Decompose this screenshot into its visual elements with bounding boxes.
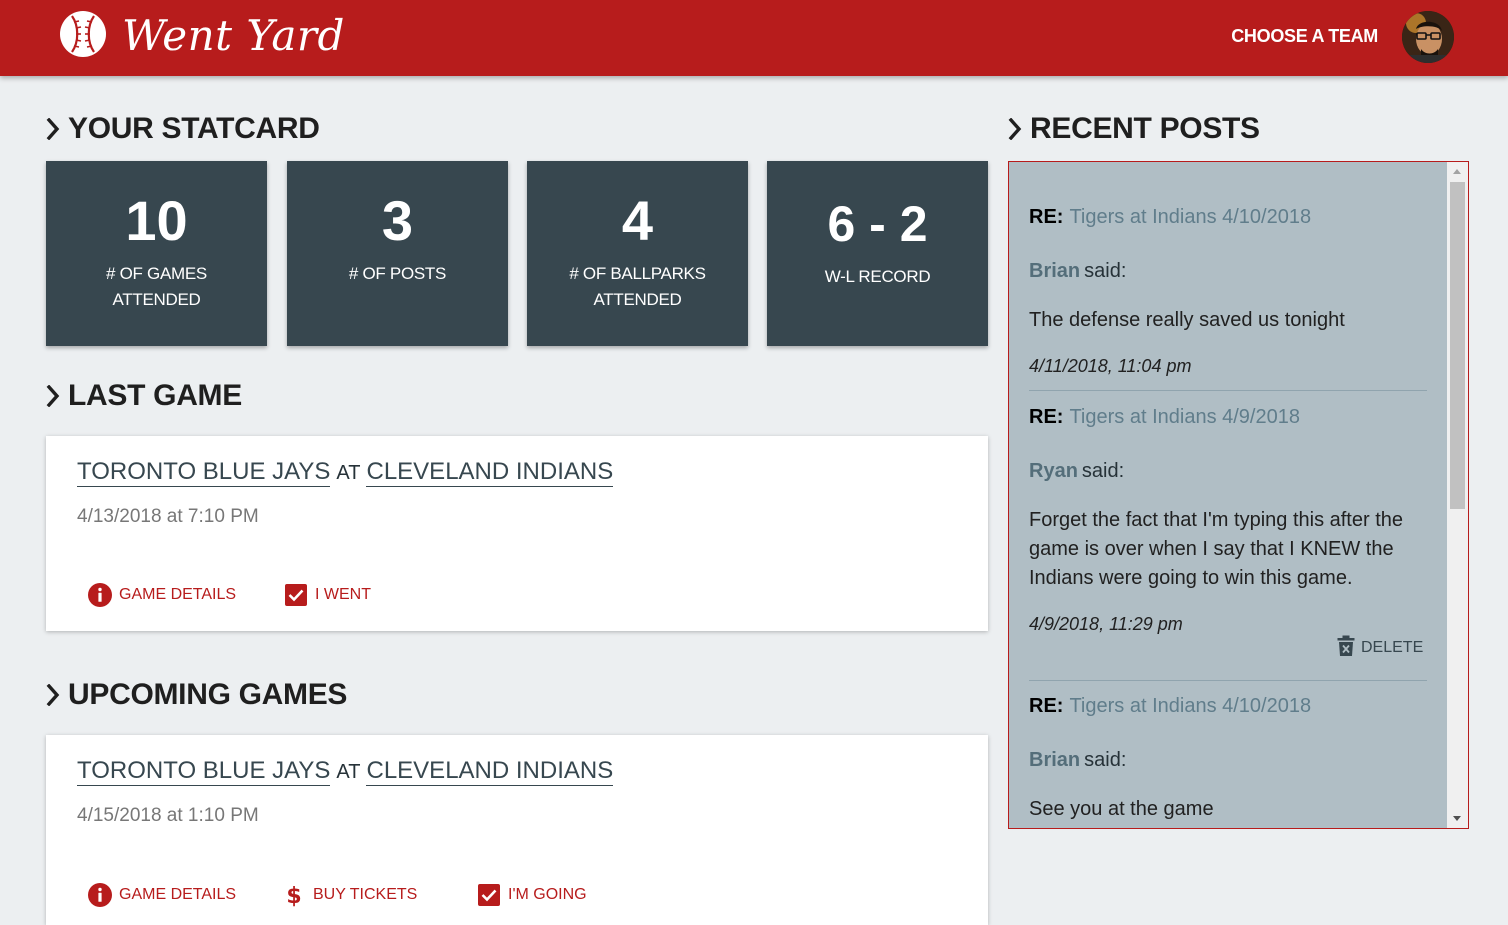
upcoming-games-heading: UPCOMING GAMES [46,677,347,713]
game-details-label: GAME DETAILS [119,886,237,903]
recent-posts-panel[interactable]: RE: Tigers at Indians 4/10/2018 Brian said… [1008,161,1469,829]
post-author-line: Brian said: [1029,257,1427,285]
last-game-heading: LAST GAME [46,378,242,414]
stat-label-line: # OF GAMES [106,264,207,283]
chevron-right-icon [46,378,62,407]
stat-label-line: ATTENDED [593,290,682,309]
scroll-down-arrow-icon[interactable] [1453,816,1461,821]
statcard-heading-text: YOUR STATCARD [68,112,320,145]
post-thread-link[interactable]: Tigers at Indians 4/10/2018 [1069,695,1311,717]
away-team-link[interactable]: TORONTO BLUE JAYS [77,757,331,786]
upcoming-game-card: TORONTO BLUE JAYS AT CLEVELAND INDIANS 4/1… [46,735,988,925]
trash-icon [1337,635,1355,657]
game-details-button[interactable]: GAME DETAILS [88,881,236,909]
stat-label-line: # OF BALLPARKS [569,264,706,283]
game-matchup: TORONTO BLUE JAYS AT CLEVELAND INDIANS [77,755,614,788]
said-label: said: [1084,749,1127,771]
post-item: RE: Tigers at Indians 4/10/2018 Brian said… [1029,692,1427,824]
brand-wordmark[interactable]: Went Yard [122,8,345,64]
post-author-line: Ryan said: [1029,457,1427,485]
stat-label: W-L RECORD [777,264,978,290]
post-thread-link[interactable]: Tigers at Indians 4/9/2018 [1069,406,1300,428]
post-author-line: Brian said: [1029,746,1427,774]
stat-value: 10 [125,189,188,252]
buy-tickets-label: BUY TICKETS [313,886,418,903]
game-datetime: 4/13/2018 at 7:10 PM [77,506,259,527]
stat-label: # OF POSTS [297,261,498,287]
stat-card-ballparks: 4 # OF BALLPARKS ATTENDED [527,161,748,346]
checked-box-icon [477,883,501,907]
game-details-button[interactable]: GAME DETAILS [88,581,236,609]
scroll-up-arrow-icon[interactable] [1453,169,1461,174]
stat-label-line: # OF POSTS [348,264,447,283]
re-label: RE: [1029,206,1064,228]
info-icon [88,583,112,607]
stat-card-record: 6 - 2 W-L RECORD [767,161,988,346]
post-author[interactable]: Brian [1029,260,1080,282]
delete-label: DELETE [1361,639,1424,656]
home-team-link[interactable]: CLEVELAND INDIANS [366,757,614,786]
post-thread-title[interactable]: RE: Tigers at Indians 4/10/2018 [1029,692,1427,720]
said-label: said: [1084,260,1127,282]
stat-label: # OF BALLPARKS ATTENDED [537,261,738,313]
info-icon [88,883,112,907]
baseball-logo-icon[interactable] [59,10,107,58]
choose-team-link[interactable]: CHOOSE A TEAM [1231,24,1378,48]
at-label: AT [336,761,361,783]
re-label: RE: [1029,406,1064,428]
post-divider [1029,680,1427,681]
last-game-heading-text: LAST GAME [68,379,242,412]
re-label: RE: [1029,695,1064,717]
stat-card-games: 10 # OF GAMES ATTENDED [46,161,267,346]
post-author[interactable]: Ryan [1029,460,1078,482]
at-label: AT [336,462,361,484]
post-date: 4/9/2018, 11:29 pm [1029,614,1183,634]
chevron-right-icon [1008,111,1024,140]
game-datetime: 4/15/2018 at 1:10 PM [77,805,259,826]
stat-value: 6 - 2 [827,196,928,252]
game-details-label: GAME DETAILS [119,586,237,603]
chevron-right-icon [46,111,62,140]
stat-value: 3 [381,189,414,252]
scroll-thumb[interactable] [1450,182,1465,509]
post-thread-link[interactable]: Tigers at Indians 4/10/2018 [1069,206,1311,228]
delete-post-button[interactable]: DELETE [1337,635,1423,661]
top-navbar: Went Yard CHOOSE A TEAM [0,0,1508,76]
recent-posts-heading: RECENT POSTS [1008,111,1260,147]
im-going-checkbox[interactable]: I'M GOING [477,881,587,909]
dollar-icon: $ [282,883,306,907]
buy-tickets-button[interactable]: $ BUY TICKETS [282,881,417,909]
post-thread-title[interactable]: RE: Tigers at Indians 4/10/2018 [1029,203,1427,231]
svg-text:$: $ [286,884,301,907]
recent-posts-heading-text: RECENT POSTS [1030,112,1260,145]
post-divider [1029,390,1427,391]
chevron-right-icon [46,677,62,706]
post-thread-title[interactable]: RE: Tigers at Indians 4/9/2018 [1029,403,1427,431]
post-body: See you at the game [1029,798,1214,820]
user-avatar[interactable] [1402,11,1454,63]
stat-label: # OF GAMES ATTENDED [56,261,257,313]
game-matchup: TORONTO BLUE JAYS AT CLEVELAND INDIANS [77,456,614,489]
statcard-heading: YOUR STATCARD [46,111,320,147]
post-item: RE: Tigers at Indians 4/10/2018 Brian said… [1029,203,1427,379]
posts-scrollbar[interactable] [1447,162,1468,828]
away-team-link[interactable]: TORONTO BLUE JAYS [77,458,331,487]
post-date: 4/11/2018, 11:04 pm [1029,356,1192,376]
post-item: RE: Tigers at Indians 4/9/2018 Ryan said: … [1029,403,1427,637]
checked-box-icon [284,583,308,607]
upcoming-games-heading-text: UPCOMING GAMES [68,678,348,711]
im-going-label: I'M GOING [508,886,587,903]
stat-value: 4 [621,189,654,252]
i-went-label: I WENT [315,586,371,603]
stat-label-line: ATTENDED [112,290,201,309]
post-body: The defense really saved us tonight [1029,309,1345,331]
i-went-checkbox[interactable]: I WENT [284,581,371,609]
home-team-link[interactable]: CLEVELAND INDIANS [366,458,614,487]
last-game-card: TORONTO BLUE JAYS AT CLEVELAND INDIANS 4/1… [46,436,988,631]
stat-card-posts: 3 # OF POSTS [287,161,508,346]
post-body: Forget the fact that I'm typing this aft… [1029,509,1404,589]
post-author[interactable]: Brian [1029,749,1080,771]
stat-label-line: W-L RECORD [824,267,931,286]
said-label: said: [1081,460,1125,482]
